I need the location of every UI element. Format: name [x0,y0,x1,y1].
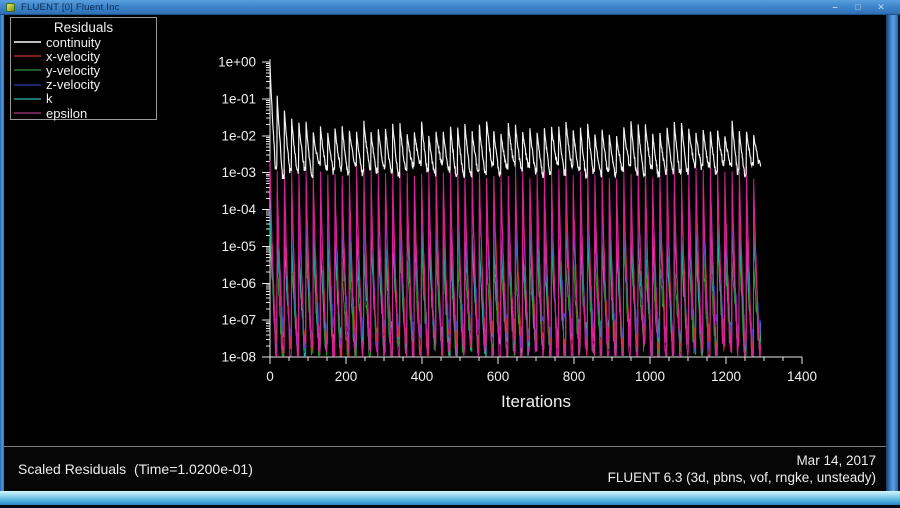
x-tick-label: 1400 [787,369,817,384]
y-tick-label: 1e-01 [221,91,256,106]
legend-label: continuity [46,34,101,50]
close-icon[interactable]: ✕ [874,2,888,13]
legend-item-k: k [11,91,156,107]
legend-label: k [46,91,53,107]
window-frame-right [886,15,898,492]
y-tick-label: 1e-05 [221,239,256,254]
plot-caption: Scaled Residuals (Time=1.0200e-01) [18,461,253,477]
legend-swatch-continuity [14,41,41,44]
legend-label: x-velocity [46,48,101,64]
maximize-icon[interactable]: □ [851,2,865,13]
date-label: Mar 14, 2017 [796,453,876,468]
x-tick-label: 600 [487,369,510,384]
x-axis-label: Iterations [501,392,571,411]
legend-title: Residuals [53,20,114,35]
window-title: FLUENT [0] Fluent Inc [21,2,120,13]
series-continuity [269,64,762,180]
legend-swatch-k [14,97,41,100]
plot-canvas: 1e+00 1e-01 1e-02 1e-03 1e-04 1e-05 1e-06 1e-07… [4,15,886,491]
legend-item-y-velocity: y-velocity [11,62,156,78]
titlebar[interactable]: FLUENT [0] Fluent Inc – □ ✕ [0,0,900,15]
legend-swatch-y-velocity [14,69,41,72]
legend-item-epsilon: epsilon [11,105,156,121]
residuals-legend: Residuals continuity x-velocity y-velocity… [10,17,157,121]
legend-label: z-velocity [46,77,101,93]
x-tick-label: 1200 [711,369,741,384]
fluent-graphics-window: FLUENT [0] Fluent Inc – □ ✕ 1e+00 1e-01 1e… [0,0,900,508]
legend-swatch-epsilon [14,112,41,115]
y-tick-label: 1e-06 [221,276,256,291]
caption-bar: Scaled Residuals (Time=1.0200e-01) Mar 1… [4,446,886,491]
solver-info: Mar 14, 2017 FLUENT 6.3 (3d, pbns, vof, … [608,452,876,486]
legend-label: epsilon [46,105,88,121]
window-frame-bottom [0,491,900,505]
legend-items: continuity x-velocity y-velocity z-velocity… [11,34,156,121]
y-tick-label: 1e-04 [221,202,256,217]
y-tick-label: 1e-08 [221,350,256,365]
solver-version-label: FLUENT 6.3 (3d, pbns, vof, rngke, unstea… [607,470,876,485]
y-tick-label: 1e-02 [221,128,256,143]
y-tick-label: 1e-03 [221,165,256,180]
x-tick-label: 1000 [635,369,665,384]
x-tick-label: 400 [411,369,434,384]
x-tick-label: 200 [335,369,358,384]
legend-item-continuity: continuity [11,34,156,50]
minimize-icon[interactable]: – [828,2,842,13]
legend-item-x-velocity: x-velocity [11,48,156,64]
legend-swatch-z-velocity [14,83,41,86]
window-controls: – □ ✕ [828,2,888,13]
legend-label: y-velocity [46,62,101,78]
x-tick-label: 800 [563,369,586,384]
x-tick-label: 0 [266,369,274,384]
legend-swatch-x-velocity [14,55,41,58]
legend-item-z-velocity: z-velocity [11,77,156,93]
window-frame-left [0,15,4,492]
y-tick-label: 1e-07 [221,313,256,328]
y-tick-label: 1e+00 [218,55,256,70]
fluent-app-icon[interactable] [6,3,15,12]
